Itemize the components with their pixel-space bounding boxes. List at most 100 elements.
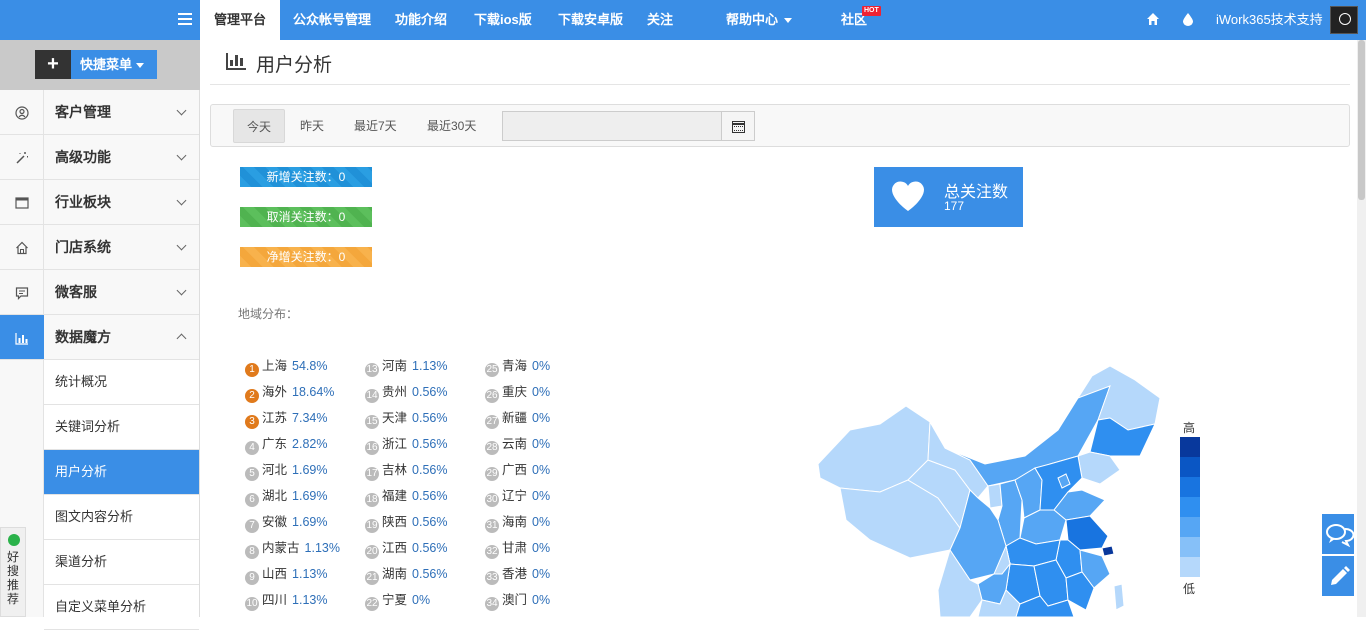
- tab-yesterday[interactable]: 昨天: [287, 109, 337, 143]
- region-rank-row: 1 上海 54.8%: [245, 357, 327, 377]
- region-name: 重庆: [502, 385, 528, 399]
- sidebar-item-data-cube[interactable]: 数据魔方: [0, 315, 199, 360]
- tab-last-30-days[interactable]: 最近30天: [414, 109, 489, 143]
- power-icon: [1339, 13, 1351, 25]
- nav-help-center[interactable]: 帮助中心: [726, 0, 793, 40]
- region-percent: 18.64%: [292, 385, 335, 399]
- sidebar-item-advanced[interactable]: 高级功能: [0, 135, 199, 180]
- rank-number: 19: [365, 519, 379, 533]
- region-percent: 1.13%: [292, 593, 328, 607]
- region-name: 宁夏: [382, 593, 408, 607]
- page-title: 用户分析: [256, 55, 333, 76]
- region-percent: 0%: [532, 515, 551, 529]
- rank-number: 29: [485, 467, 499, 481]
- chevron-down-icon: [136, 63, 145, 69]
- nav-features[interactable]: 功能介绍: [395, 0, 447, 40]
- region-rank-row: 28 云南 0%: [485, 435, 551, 455]
- rank-number: 6: [245, 493, 259, 507]
- sidebar-item-store[interactable]: 门店系统: [0, 225, 199, 270]
- sidebar-item-service[interactable]: 微客服: [0, 270, 199, 315]
- region-name: 湖北: [262, 489, 288, 503]
- region-percent: 0%: [532, 437, 551, 451]
- water-drop-icon[interactable]: [1182, 12, 1194, 26]
- rank-number: 4: [245, 441, 259, 455]
- nav-download-ios[interactable]: 下载ios版: [474, 0, 532, 40]
- rank-number: 25: [485, 363, 499, 377]
- submenu-keyword-analysis[interactable]: 关键词分析: [44, 405, 199, 450]
- recommend-widget[interactable]: 好搜推荐: [0, 527, 26, 617]
- rank-number: 8: [245, 545, 259, 559]
- region-rank-row: 3 江苏 7.34%: [245, 409, 327, 429]
- chevron-down-icon: [176, 105, 187, 116]
- region-rank-row: 19 陕西 0.56%: [365, 513, 447, 533]
- region-name: 陕西: [382, 515, 408, 529]
- avatar[interactable]: [1330, 6, 1358, 34]
- region-rank-row: 25 青海 0%: [485, 357, 551, 377]
- edit-float-button[interactable]: [1322, 556, 1354, 596]
- map-color-legend: [1180, 437, 1200, 577]
- chat-float-button[interactable]: [1322, 514, 1355, 554]
- user-name[interactable]: iWork365技术支持: [1216, 0, 1323, 40]
- rank-number: 1: [245, 363, 259, 377]
- window-icon: [0, 180, 44, 224]
- nav-follow[interactable]: 关注: [647, 0, 673, 40]
- region-rank-row: 27 新疆 0%: [485, 409, 551, 429]
- hamburger-menu-icon[interactable]: [178, 13, 192, 25]
- region-rank-row: 29 广西 0%: [485, 461, 551, 481]
- submenu-content-analysis[interactable]: 图文内容分析: [44, 495, 199, 540]
- region-percent: 0%: [532, 463, 551, 477]
- rank-number: 28: [485, 441, 499, 455]
- region-rank-row: 14 贵州 0.56%: [365, 383, 447, 403]
- user-circle-icon: [0, 90, 44, 134]
- sidebar-item-industry[interactable]: 行业板块: [0, 180, 199, 225]
- home-icon[interactable]: [1146, 12, 1160, 26]
- tab-today[interactable]: 今天: [233, 109, 286, 143]
- nav-help-label: 帮助中心: [726, 12, 779, 27]
- rank-number: 32: [485, 545, 499, 559]
- sidebar-item-label: 微客服: [55, 284, 97, 300]
- sidebar-item-customer[interactable]: 客户管理: [0, 90, 199, 135]
- region-name: 天津: [382, 411, 408, 425]
- region-rank-row: 22 宁夏 0%: [365, 591, 430, 611]
- nav-admin-platform[interactable]: 管理平台: [200, 0, 281, 40]
- date-filter-bar: 今天 昨天 最近7天 最近30天: [210, 104, 1350, 147]
- region-percent: 0%: [532, 411, 551, 425]
- region-percent: 0.56%: [412, 437, 448, 451]
- nav-account-manage[interactable]: 公众帐号管理: [293, 0, 371, 40]
- scrollbar-thumb[interactable]: [1358, 40, 1365, 200]
- date-range-input[interactable]: [502, 111, 722, 141]
- calendar-icon[interactable]: [722, 111, 755, 141]
- region-name: 上海: [262, 359, 288, 373]
- submenu-channel-analysis[interactable]: 渠道分析: [44, 540, 199, 585]
- region-name: 福建: [382, 489, 408, 503]
- region-percent: 0%: [532, 385, 551, 399]
- region-percent: 1.69%: [292, 489, 328, 503]
- legend-low-label: 低: [1183, 582, 1196, 596]
- nav-download-android[interactable]: 下载安卓版: [558, 0, 623, 40]
- legend-swatch: [1180, 517, 1200, 537]
- tab-last-7-days[interactable]: 最近7天: [341, 109, 410, 143]
- map-region-liaoning: [1077, 451, 1121, 485]
- chevron-up-icon: [176, 333, 187, 344]
- quick-add-button[interactable]: +: [35, 50, 71, 79]
- sidebar-item-label: 数据魔方: [55, 329, 111, 345]
- chat-bubbles-icon: [1326, 524, 1355, 548]
- unfollow-badge: 取消关注数：0: [240, 207, 372, 227]
- rank-number: 27: [485, 415, 499, 429]
- submenu-user-analysis[interactable]: 用户分析: [44, 450, 199, 495]
- quick-menu-button[interactable]: 快捷菜单: [71, 50, 157, 79]
- sidebar-item-label: 行业板块: [55, 194, 111, 210]
- region-rank-row: 31 海南 0%: [485, 513, 551, 533]
- chevron-down-icon: [176, 240, 187, 251]
- region-name: 湖南: [382, 567, 408, 581]
- region-rank-row: 4 广东 2.82%: [245, 435, 327, 455]
- submenu-custom-menu-analysis[interactable]: 自定义菜单分析: [44, 585, 199, 630]
- region-percent: 0.56%: [412, 411, 448, 425]
- page-scrollbar[interactable]: [1357, 40, 1366, 617]
- region-name: 青海: [502, 359, 528, 373]
- region-name: 广东: [262, 437, 288, 451]
- region-percent: 0%: [532, 359, 551, 373]
- rank-number: 5: [245, 467, 259, 481]
- quick-bar: + 快捷菜单: [0, 40, 200, 90]
- submenu-stats-overview[interactable]: 统计概况: [44, 360, 199, 405]
